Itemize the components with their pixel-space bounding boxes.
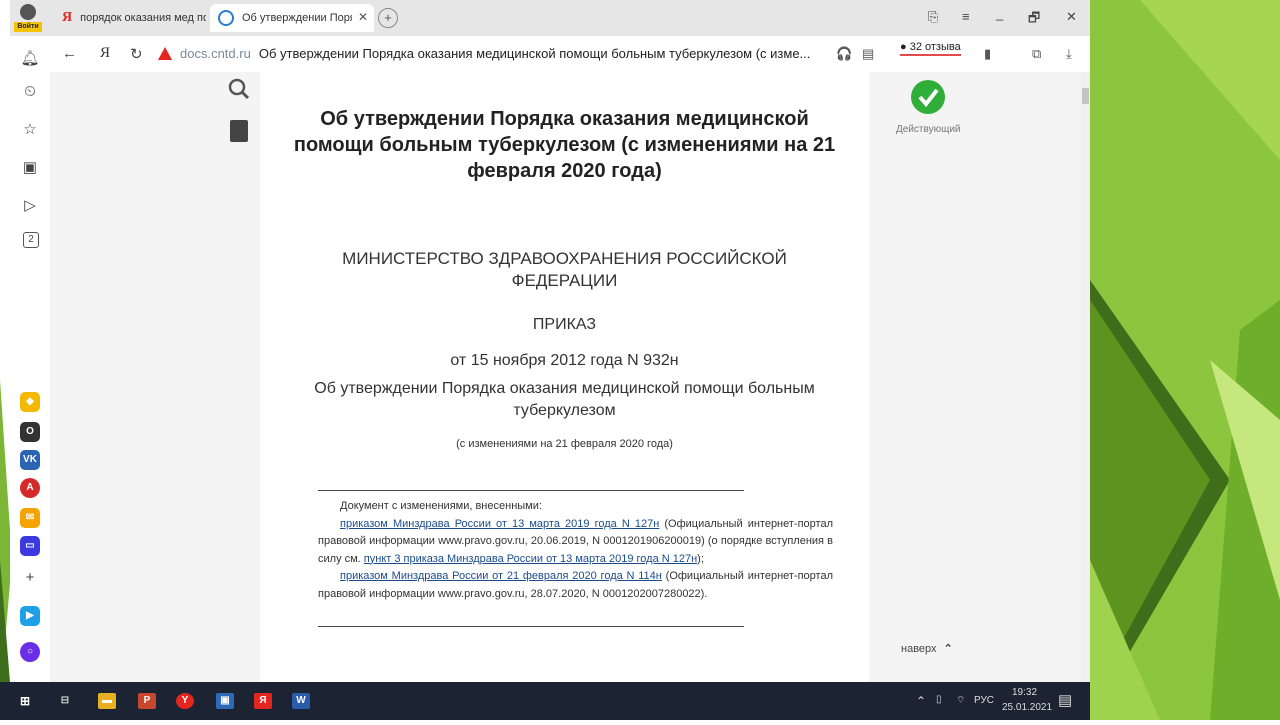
- history-icon[interactable]: ⏲: [20, 82, 40, 102]
- browser-window: Войти Я порядок оказания мед по Об утвер…: [10, 0, 1090, 682]
- zen-icon[interactable]: ▶: [20, 606, 40, 626]
- alice-icon[interactable]: O: [20, 422, 40, 442]
- tab-label: Об утверждении Поря.: [242, 12, 352, 24]
- reviews-label: 32 отзыва: [909, 41, 961, 53]
- url-page-title: Об утверждении Порядка оказания медицинс…: [258, 46, 811, 61]
- task-view-icon[interactable]: ⊟: [56, 693, 74, 709]
- tab-bar: Войти Я порядок оказания мед по Об утвер…: [10, 0, 1090, 36]
- tab-yandex-search[interactable]: Я порядок оказания мед по: [58, 4, 206, 32]
- bell-icon[interactable]: 🔔︎: [20, 49, 40, 69]
- alice-ball-icon[interactable]: ○: [20, 642, 40, 662]
- changes-intro: Документ с изменениями, внесенными:: [340, 500, 542, 512]
- download-icon[interactable]: ⤓: [1066, 46, 1072, 62]
- back-button[interactable]: ←: [62, 45, 77, 62]
- minimize-button[interactable]: _: [996, 6, 1003, 21]
- star-icon[interactable]: ☆: [20, 120, 40, 140]
- changes-paragraph: приказом Минздрава России от 13 марта 20…: [318, 517, 833, 565]
- chevron-up-icon: ⌃: [943, 643, 953, 655]
- back-to-top-link[interactable]: наверх ⌃: [901, 642, 953, 655]
- word-icon[interactable]: W: [292, 693, 310, 709]
- warning-icon[interactable]: [158, 47, 172, 60]
- clause-3-link[interactable]: пункт 3 приказа Минздрава России от 13 м…: [364, 553, 697, 565]
- order-title: Об утверждении Порядка оказания медицинс…: [314, 380, 815, 419]
- tab-active-document[interactable]: Об утверждении Поря. ✕: [210, 4, 374, 32]
- book-icon[interactable]: [230, 120, 248, 142]
- amendment-note: (с изменениями на 21 февраля 2020 года): [456, 438, 673, 450]
- play-icon[interactable]: ▷: [20, 196, 40, 216]
- site-icon: [218, 10, 234, 26]
- amendment-link-114n[interactable]: приказом Минздрава России от 21 февраля …: [340, 570, 662, 582]
- ministry-name: МИНИСТЕРСТВО ЗДРАВООХРАНЕНИЯ РОССИЙСКОЙ …: [342, 249, 787, 290]
- reviews-button[interactable]: ● 32 отзыва: [900, 41, 961, 56]
- battery-icon[interactable]: ▯: [936, 694, 942, 705]
- menu-icon[interactable]: ≡: [962, 9, 970, 24]
- page-content: Об утверждении Порядка оказания медицинс…: [50, 72, 1081, 682]
- yandex-browser-icon[interactable]: Y: [176, 693, 194, 709]
- decorative-background: [1090, 0, 1280, 720]
- url-domain: docs.cntd.ru: [180, 46, 251, 61]
- divider: [318, 490, 744, 491]
- new-tab-button[interactable]: +: [378, 8, 398, 28]
- chevron-up-icon[interactable]: ⌃: [916, 694, 926, 708]
- order-date: от 15 ноября 2012 года N 932н: [450, 352, 679, 369]
- url-field[interactable]: docs.cntd.ru Об утверждении Порядка оказ…: [158, 46, 810, 61]
- status-label: Действующий: [896, 124, 961, 135]
- yandex-home-button[interactable]: Я: [100, 45, 110, 62]
- wifi-icon[interactable]: ⌔: [956, 694, 965, 707]
- amendment-link-127n[interactable]: приказом Минздрава России от 13 марта 20…: [340, 518, 659, 530]
- restore-button[interactable]: 🗗: [1028, 9, 1040, 31]
- close-tab-icon[interactable]: ✕: [358, 10, 368, 24]
- clock-date: 25.01.2021: [1002, 702, 1053, 713]
- search-icon[interactable]: [228, 78, 250, 100]
- avatar: [20, 4, 36, 20]
- document-page: Об утверждении Порядка оказания медицинс…: [260, 72, 869, 682]
- changes-paragraph: приказом Минздрава России от 21 февраля …: [318, 570, 833, 600]
- vk-icon[interactable]: VK: [20, 450, 40, 470]
- notifications-icon[interactable]: ▤: [1058, 691, 1072, 709]
- browser-sidebar: 🔔︎ ⏲ ☆ ▣ ▷ 2 ◆ O VK A ✉ ▭ + ▶ ○: [10, 50, 51, 682]
- reader-mode-icon[interactable]: ▤: [862, 46, 874, 62]
- explorer-icon[interactable]: ▬: [98, 693, 116, 709]
- check-icon: [911, 80, 945, 114]
- changes-block: Документ с изменениями, внесенными: прик…: [318, 498, 833, 603]
- address-bar: ← Я ↻ docs.cntd.ru Об утверждении Порядк…: [10, 36, 1090, 73]
- add-icon[interactable]: +: [20, 568, 40, 588]
- powerpoint-icon[interactable]: P: [138, 693, 156, 709]
- mail-icon[interactable]: ✉: [20, 508, 40, 528]
- store-icon[interactable]: ▣: [216, 693, 234, 709]
- bookmark-icon[interactable]: ▮: [984, 46, 991, 62]
- start-icon[interactable]: ⊞: [16, 693, 34, 709]
- profile-label: Войти: [14, 22, 42, 32]
- scrollbar-thumb[interactable]: [1082, 88, 1089, 104]
- clock-time: 19:32: [1012, 687, 1038, 698]
- messenger-icon[interactable]: ▭: [20, 536, 40, 556]
- headphones-icon[interactable]: 🎧: [836, 46, 852, 62]
- sidebar-toggle-icon[interactable]: ⧉: [1032, 46, 1041, 62]
- collections-icon[interactable]: ▣: [20, 158, 40, 178]
- yandex-icon[interactable]: Я: [254, 693, 272, 709]
- close-window-button[interactable]: ✕: [1066, 9, 1077, 25]
- reload-button[interactable]: ↻: [130, 45, 143, 63]
- language-indicator[interactable]: РУС: [974, 695, 994, 706]
- tab-label: порядок оказания мед по: [80, 12, 206, 24]
- collections-window-icon[interactable]: ⎘: [928, 9, 938, 25]
- counter-badge[interactable]: 2: [23, 232, 39, 248]
- divider: [318, 626, 744, 627]
- order-label: ПРИКАЗ: [532, 316, 597, 333]
- comment-icon: ●: [900, 41, 907, 53]
- profile-button[interactable]: Войти: [14, 2, 42, 34]
- taskbar: ⊞ ⊟ ▬ P Y ▣ Я W ⌃ ▯ ⌔ РУС 19:32 25.01.20…: [0, 682, 1090, 720]
- opera-icon[interactable]: A: [20, 478, 40, 498]
- document-title: Об утверждении Порядка оказания медицинс…: [293, 108, 836, 182]
- yandex-icon: Я: [62, 10, 73, 25]
- market-icon[interactable]: ◆: [20, 392, 40, 412]
- scrollbar[interactable]: [1081, 72, 1090, 682]
